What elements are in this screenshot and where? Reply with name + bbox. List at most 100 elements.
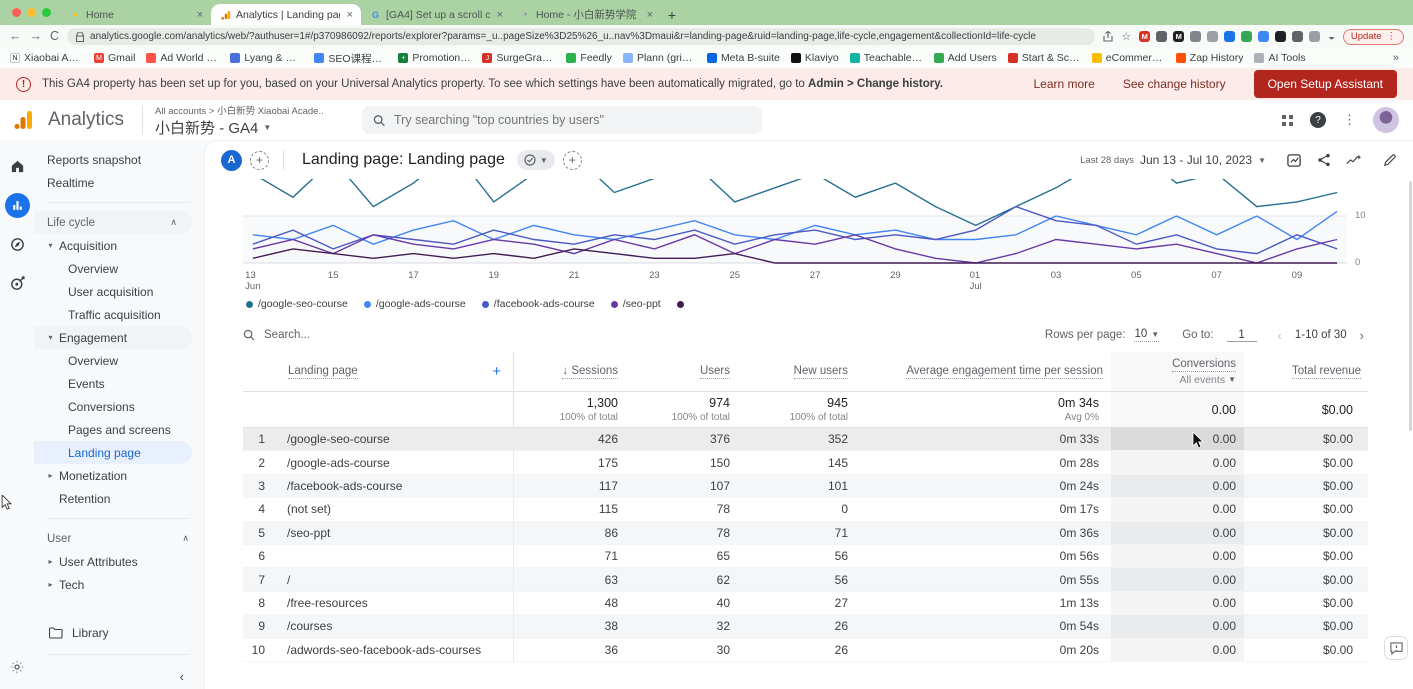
mobile-extension-icon[interactable] (1292, 31, 1303, 42)
open-setup-assistant-button[interactable]: Open Setup Assistant (1254, 70, 1397, 98)
sidebar-item-landing-page[interactable]: Landing page (34, 441, 192, 464)
sidebar-item-library[interactable]: Library (34, 620, 204, 646)
help-icon[interactable]: ? (1310, 112, 1326, 128)
bookmark-xiaobai-academy[interactable]: NXiaobai Academy (10, 52, 83, 64)
segment-chip[interactable]: A (221, 150, 242, 171)
legend-item[interactable]: /google-ads-course (364, 298, 466, 310)
bookmarks-overflow-icon[interactable]: » (1393, 52, 1403, 64)
sidebar-item-user-attributes[interactable]: ▸User Attributes (34, 550, 204, 573)
sidebar-item-overview[interactable]: Overview (34, 349, 204, 372)
expand-arrow-icon[interactable]: ▾ (44, 333, 57, 342)
legend-item[interactable] (677, 301, 684, 308)
pen-extension-icon[interactable] (1156, 31, 1167, 42)
new-tab-button[interactable]: + (661, 4, 683, 25)
table-row[interactable]: 8/free-resources4840271m 13s0.00$0.00 (243, 592, 1368, 615)
column-header-users[interactable]: Users (700, 365, 730, 379)
bookmark-surgegraph-premi[interactable]: JSurgeGraph Premi... (482, 52, 555, 64)
bookmark-ad-world-2022[interactable]: Ad World 2022 (146, 52, 219, 64)
search-bar[interactable] (362, 106, 762, 134)
add-comparison-icon[interactable]: + (250, 151, 269, 170)
bookmark-promotional-calen[interactable]: +Promotional Calen... (398, 52, 471, 64)
table-row[interactable]: 2/google-ads-course1751501450m 28s0.00$0… (243, 451, 1368, 474)
bookmark-star-icon[interactable]: ☆ (1121, 30, 1131, 43)
avatar[interactable] (1373, 107, 1399, 133)
sidebar-item-overview[interactable]: Overview (34, 257, 204, 280)
dark-m-extension-icon[interactable]: M (1173, 31, 1184, 42)
previous-page-icon[interactable]: ‹ (1274, 328, 1286, 343)
conversions-event-filter[interactable]: All events▼ (1180, 374, 1236, 386)
sidebar-item-conversions[interactable]: Conversions (34, 395, 204, 418)
camera-extension-icon[interactable] (1190, 31, 1201, 42)
explore-icon[interactable] (5, 232, 30, 257)
rows-per-page-select[interactable]: 10▼ (1134, 328, 1159, 342)
sidebar-item-tech[interactable]: ▸Tech (34, 573, 204, 596)
collapse-chevron-icon[interactable]: ∧ (170, 217, 177, 228)
close-window-icon[interactable] (12, 8, 21, 17)
table-row[interactable]: 5/seo-ppt8678710m 36s0.00$0.00 (243, 522, 1368, 545)
blue-extension-icon[interactable] (1224, 31, 1235, 42)
column-header-avg-engagement[interactable]: Average engagement time per session (906, 365, 1103, 379)
bookmark-teachable-admin[interactable]: Teachable Admin (850, 52, 923, 64)
expand-arrow-icon[interactable]: ▸ (44, 557, 57, 566)
sidebar-item-monetization[interactable]: ▸Monetization (34, 464, 204, 487)
browser-tab-home[interactable]: ●Home - 小白新势学院× (511, 4, 661, 25)
bookmark-feedly[interactable]: Feedly (566, 52, 612, 64)
google-apps-icon[interactable] (1282, 115, 1293, 126)
sidebar-item-events[interactable]: Events (34, 372, 204, 395)
browser-tab-ga4-set-up-a-scroll-[interactable]: G[GA4] Set up a scroll conversio× (361, 4, 511, 25)
sidebar-item-life-cycle[interactable]: Life cycle∧ (34, 211, 192, 234)
see-change-history-link[interactable]: See change history (1123, 77, 1226, 91)
bookmark-start-scale-your[interactable]: Start & Scale Your... (1008, 52, 1081, 64)
reports-icon[interactable] (5, 193, 30, 218)
tab-close-icon[interactable]: × (195, 9, 205, 21)
table-row[interactable]: 4(not set)1157800m 17s0.00$0.00 (243, 498, 1368, 521)
advertising-icon[interactable] (5, 271, 30, 296)
reload-icon[interactable]: C (50, 30, 59, 43)
address-bar[interactable]: analytics.google.com/analytics/web/?auth… (67, 28, 1095, 45)
column-header-total-revenue[interactable]: Total revenue (1292, 365, 1361, 379)
bookmark-zap-history[interactable]: Zap History (1176, 52, 1244, 64)
table-row[interactable]: 1/google-seo-course4263763520m 33s0.00$0… (243, 428, 1368, 451)
comparison-icon[interactable] (1287, 153, 1302, 168)
table-row[interactable]: 67165560m 56s0.00$0.00 (243, 545, 1368, 568)
admin-gear-icon[interactable] (5, 654, 30, 679)
sidebar-item-retention[interactable]: Retention (34, 487, 204, 510)
add-report-tab-icon[interactable]: + (563, 151, 582, 170)
legend-item[interactable]: /google-seo-course (246, 298, 348, 310)
sidebar-item-realtime[interactable]: Realtime (34, 171, 204, 194)
table-row[interactable]: 9/courses3832260m 54s0.00$0.00 (243, 615, 1368, 638)
sidebar-item-traffic-acquisition[interactable]: Traffic acquisition (34, 303, 204, 326)
scrollbar-thumb[interactable] (1409, 181, 1412, 431)
bookmark-meta-b-suite[interactable]: Meta B-suite (707, 52, 780, 64)
browser-tab-home[interactable]: ♥Home× (61, 4, 211, 25)
collapse-sidebar-icon[interactable]: ‹ (34, 663, 204, 689)
legend-item[interactable]: /seo-ppt (611, 298, 661, 310)
chrome-update-button[interactable]: Update ⋮ (1343, 29, 1404, 45)
table-search[interactable]: Search... (243, 329, 310, 341)
sidebar-item-pages-and-screens[interactable]: Pages and screens (34, 418, 204, 441)
lightblue-extension-icon[interactable] (1258, 31, 1269, 42)
bookmark-add-users[interactable]: Add Users (934, 52, 997, 64)
meet-extension-icon[interactable] (1309, 31, 1320, 42)
browser-tab-analytics-landing-pa[interactable]: Analytics | Landing page: Land× (211, 4, 361, 25)
profile-switcher-icon[interactable]: ◒ (1328, 31, 1335, 43)
column-header-conversions[interactable]: Conversions (1172, 358, 1236, 372)
table-row[interactable]: 3/facebook-ads-course1171071010m 24s0.00… (243, 475, 1368, 498)
more-menu-icon[interactable]: ⋮ (1343, 112, 1356, 128)
column-header-new-users[interactable]: New users (794, 365, 848, 379)
go-to-input[interactable]: 1 (1227, 329, 1257, 342)
bookmark-seo-go[interactable]: SEO课程大纲 - Go... (314, 51, 387, 66)
account-switcher[interactable]: All accounts > 小白新势 Xiaobai Acade.. 小白新势… (142, 105, 324, 135)
sidebar-item-user-acquisition[interactable]: User acquisition (34, 280, 204, 303)
share-page-icon[interactable] (1103, 31, 1113, 42)
dark-extension-icon[interactable] (1275, 31, 1286, 42)
bookmark-gmail[interactable]: MGmail (94, 52, 135, 64)
report-status-pill[interactable]: ▼ (517, 150, 555, 170)
tab-close-icon[interactable]: × (345, 9, 355, 21)
minimize-window-icon[interactable] (27, 8, 36, 17)
edit-report-icon[interactable] (1383, 153, 1397, 167)
bookmark-ai-tools[interactable]: AI Tools (1254, 52, 1305, 64)
table-row[interactable]: 10/adwords-seo-facebook-ads-courses36302… (243, 639, 1368, 662)
sidebar-item-reports-snapshot[interactable]: Reports snapshot (34, 148, 204, 171)
sidebar-item-user[interactable]: User∧ (34, 527, 204, 550)
